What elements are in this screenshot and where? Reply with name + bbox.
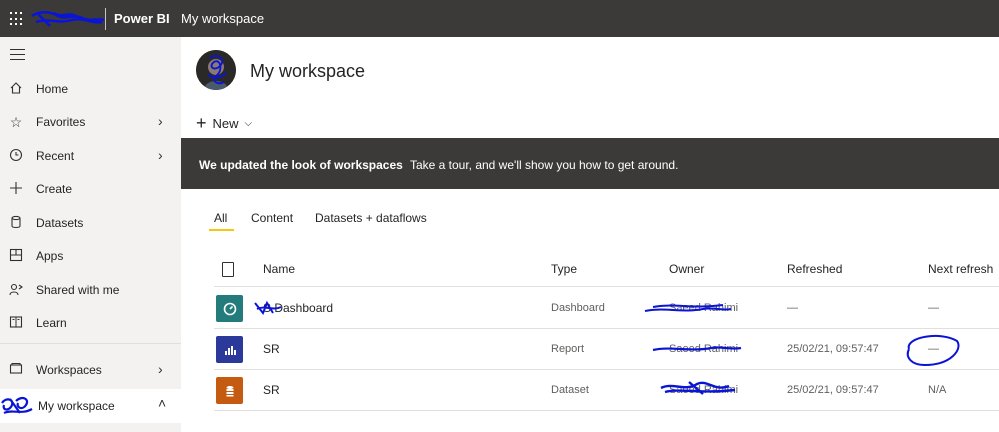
sidebar-item-label: Recent xyxy=(36,149,75,163)
workspace-avatar xyxy=(196,50,236,90)
row-type: Dashboard xyxy=(551,302,605,314)
sidebar-item-home[interactable]: Home xyxy=(0,74,181,104)
apps-icon xyxy=(8,248,24,264)
hamburger-menu-icon[interactable] xyxy=(10,49,25,60)
row-refreshed: — xyxy=(787,302,798,314)
row-next-refresh: — xyxy=(928,343,939,355)
row-name[interactable]: SR xyxy=(263,342,280,356)
table-header: Name Type Owner Refreshed Next refresh xyxy=(214,252,999,287)
plus-icon xyxy=(8,181,24,197)
book-icon xyxy=(8,315,24,331)
sidebar-item-recent[interactable]: Recent › xyxy=(0,141,181,171)
row-next-refresh: — xyxy=(928,302,939,314)
column-header-next-refresh[interactable]: Next refresh xyxy=(928,262,993,276)
row-refreshed: 25/02/21, 09:57:47 xyxy=(787,343,879,355)
workspaces-icon xyxy=(8,362,24,378)
row-owner: Saeed Rahimi xyxy=(669,384,739,396)
row-refreshed: 25/02/21, 09:57:47 xyxy=(787,384,879,396)
sidebar-item-label: Workspaces xyxy=(36,363,102,377)
sidebar-divider xyxy=(0,343,181,344)
chevron-up-icon[interactable]: ˄ xyxy=(158,395,166,411)
chevron-right-icon[interactable]: › xyxy=(158,361,163,377)
share-person-icon xyxy=(8,282,24,298)
sidebar-item-my-workspace[interactable]: My workspace ˄ xyxy=(0,389,181,423)
cylinder-icon xyxy=(8,215,24,231)
sidebar-item-learn[interactable]: Learn xyxy=(0,308,181,338)
table-row[interactable]: S Dashboard Dashboard Saeed Rahimi — — xyxy=(214,288,999,329)
sidebar-item-label: Create xyxy=(36,182,73,196)
banner-tour-link[interactable]: Take a tour, and we'll show you how to g… xyxy=(410,158,678,172)
sidebar-item-label: Datasets xyxy=(36,216,84,230)
redacted-logo-scribble xyxy=(31,11,105,27)
row-type: Dataset xyxy=(551,384,589,396)
info-banner: We updated the look of workspaces Take a… xyxy=(181,138,999,189)
sidebar-item-shared-with-me[interactable]: Shared with me xyxy=(0,275,181,305)
tab-datasets-dataflows[interactable]: Datasets + dataflows xyxy=(315,211,427,225)
column-header-type[interactable]: Type xyxy=(551,262,577,276)
star-icon: ☆ xyxy=(9,114,23,130)
app-name[interactable]: Power BI xyxy=(114,11,170,26)
column-header-name[interactable]: Name xyxy=(263,262,295,276)
new-button[interactable]: + New ⌵ xyxy=(196,113,252,133)
home-icon xyxy=(8,81,24,97)
main-content: My workspace + New ⌵ We updated the look… xyxy=(181,37,999,432)
sidebar-item-favorites[interactable]: ☆ Favorites › xyxy=(0,107,181,137)
tab-all[interactable]: All xyxy=(208,211,235,231)
row-owner: Saeed Rahimi xyxy=(669,302,739,314)
row-type: Report xyxy=(551,343,585,355)
sidebar-item-label: My workspace xyxy=(38,399,115,413)
table-row[interactable]: SR Report Saeed Rahimi 25/02/21, 09:57:4… xyxy=(214,329,999,370)
column-header-owner[interactable]: Owner xyxy=(669,262,704,276)
dashboard-icon xyxy=(216,295,243,322)
new-button-label: New xyxy=(212,115,239,131)
avatar-icon xyxy=(1,396,33,415)
banner-headline: We updated the look of workspaces xyxy=(199,158,403,172)
column-header-refreshed[interactable]: Refreshed xyxy=(787,262,842,276)
tab-content[interactable]: Content xyxy=(251,211,293,225)
plus-icon: + xyxy=(196,112,207,133)
app-launcher-icon[interactable] xyxy=(10,12,24,26)
sidebar-item-apps[interactable]: Apps xyxy=(0,241,181,271)
sidebar-item-workspaces[interactable]: Workspaces › xyxy=(0,355,181,385)
chevron-right-icon[interactable]: › xyxy=(158,147,163,163)
sidebar-item-datasets[interactable]: Datasets xyxy=(0,208,181,238)
row-owner: Saeed Rahimi xyxy=(669,343,739,355)
row-name[interactable]: SR xyxy=(263,383,280,397)
sidebar-item-label: Apps xyxy=(36,249,64,263)
sidebar-item-label: Learn xyxy=(36,316,67,330)
top-bar: Power BI My workspace xyxy=(0,0,999,37)
dataset-icon xyxy=(216,377,243,404)
sidebar-item-label: Favorites xyxy=(36,115,86,129)
report-icon xyxy=(216,336,243,363)
chevron-right-icon[interactable]: › xyxy=(158,113,163,129)
sidebar: Home ☆ Favorites › Recent › Create Datas… xyxy=(0,37,181,432)
file-type-icon xyxy=(222,262,234,277)
sidebar-item-create[interactable]: Create xyxy=(0,174,181,204)
row-next-refresh: N/A xyxy=(928,384,947,396)
breadcrumb-workspace[interactable]: My workspace xyxy=(181,11,264,26)
chevron-down-icon: ⌵ xyxy=(244,117,253,129)
page-title: My workspace xyxy=(250,61,366,81)
sidebar-item-label: Shared with me xyxy=(36,283,120,297)
row-name[interactable]: S Dashboard xyxy=(263,301,333,315)
clock-icon xyxy=(8,148,24,164)
sidebar-item-label: Home xyxy=(36,82,69,96)
table-row[interactable]: SR Dataset Saeed Rahimi 25/02/21, 09:57:… xyxy=(214,370,999,411)
